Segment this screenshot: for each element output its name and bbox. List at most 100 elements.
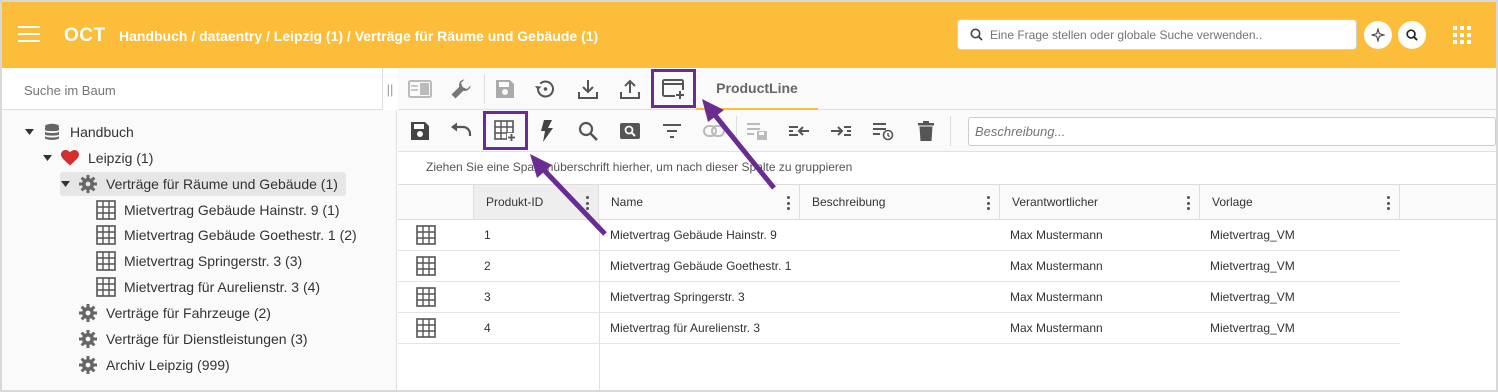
cell-vorlage[interactable]: Mietvertrag_VM [1210, 282, 1295, 312]
cell-verantwortlicher[interactable]: Max Mustermann [1010, 313, 1103, 343]
tab-productline[interactable]: ProductLine [696, 68, 818, 110]
description-input[interactable] [969, 118, 1495, 145]
cell-verantwortlicher[interactable]: Max Mustermann [1010, 220, 1103, 250]
caret-down-icon[interactable] [24, 127, 34, 137]
global-search-input[interactable] [990, 25, 1350, 45]
kebab-menu-icon[interactable] [586, 196, 590, 210]
cell-verantwortlicher[interactable]: Max Mustermann [1010, 282, 1103, 312]
delete-button[interactable] [910, 115, 942, 147]
history-button[interactable] [529, 73, 561, 105]
cell-name[interactable]: Mietvertrag für Aurelienstr. 3 [610, 313, 760, 343]
cell-name[interactable]: Mietvertrag Gebäude Hainstr. 9 [610, 220, 777, 250]
table-icon[interactable] [416, 318, 436, 338]
tree-node-springerstr[interactable]: Mietvertrag Springerstr. 3 (3) [96, 249, 302, 273]
cell-name[interactable]: Mietvertrag Springerstr. 3 [610, 282, 745, 312]
tree-node-dienstleistungen[interactable]: Verträge für Dienstleistungen (3) [78, 327, 308, 351]
cell-name[interactable]: Mietvertrag Gebäude Goethestr. 1 [610, 251, 791, 281]
undo-icon [451, 122, 472, 136]
apps-grid-icon[interactable] [1453, 26, 1471, 44]
table-icon[interactable] [416, 256, 436, 276]
download-icon [578, 80, 598, 99]
cell-vorlage[interactable]: Mietvertrag_VM [1210, 220, 1295, 250]
link-button[interactable] [698, 115, 730, 147]
kebab-menu-icon[interactable] [987, 196, 991, 210]
gear-icon [78, 355, 98, 375]
cell-produkt-id[interactable]: 3 [484, 282, 491, 312]
lightning-icon [541, 120, 553, 142]
toolbar-divider [736, 116, 737, 146]
column-header-vorlage[interactable]: Vorlage [1200, 184, 1400, 220]
upload-icon [620, 79, 640, 99]
top-header: OCT Handbuch / dataentry / Leipzig (1) /… [2, 2, 1496, 68]
cell-verantwortlicher[interactable]: Max Mustermann [1010, 251, 1103, 281]
table-icon [96, 200, 116, 220]
tree-node-handbuch[interactable]: Handbuch [24, 120, 134, 144]
save-button[interactable] [404, 115, 436, 147]
save-list-button[interactable] [741, 115, 773, 147]
column-header-produkt-id[interactable]: Produkt-ID [474, 184, 599, 220]
details-view-button[interactable] [404, 73, 436, 105]
cell-vorlage[interactable]: Mietvertrag_VM [1210, 313, 1295, 343]
list-history-button[interactable] [867, 115, 899, 147]
preview-search-button[interactable] [614, 115, 646, 147]
download-button[interactable] [572, 73, 604, 105]
search-icon [1406, 29, 1418, 41]
cell-produkt-id[interactable]: 1 [484, 220, 491, 250]
tree-node-fahrzeuge[interactable]: Verträge für Fahrzeuge (2) [78, 301, 271, 325]
tree-node-label: Verträge für Räume und Gebäude (1) [106, 176, 338, 192]
table-row[interactable]: 3 Mietvertrag Springerstr. 3 Max Musterm… [398, 282, 1400, 313]
menu-icon[interactable] [18, 26, 40, 44]
tree-node-hainstr[interactable]: Mietvertrag Gebäude Hainstr. 9 (1) [96, 198, 340, 222]
undo-button[interactable] [445, 115, 477, 147]
trash-icon [918, 121, 934, 141]
tree-node-vertraege-raeume[interactable]: Verträge für Räume und Gebäude (1) [60, 172, 346, 196]
ai-assistant-button[interactable] [1364, 21, 1392, 49]
table-icon [96, 225, 116, 245]
kebab-menu-icon[interactable] [1187, 196, 1191, 210]
table-row[interactable]: 1 Mietvertrag Gebäude Hainstr. 9 Max Mus… [398, 220, 1400, 251]
tree-node-archiv[interactable]: Archiv Leipzig (999) [78, 353, 230, 377]
breadcrumb: Handbuch / dataentry / Leipzig (1) / Ver… [119, 28, 599, 44]
caret-down-icon[interactable] [42, 153, 52, 163]
column-header-label: Produkt-ID [486, 195, 544, 209]
tree-search-input[interactable] [24, 80, 364, 100]
search-grid-button[interactable] [572, 115, 604, 147]
tree-node-aurelienstr[interactable]: Mietvertrag für Aurelienstr. 3 (4) [96, 275, 320, 299]
table-row[interactable]: 2 Mietvertrag Gebäude Goethestr. 1 Max M… [398, 251, 1400, 282]
column-header-name[interactable]: Name [599, 184, 800, 220]
arrow-right-bar-icon [831, 126, 851, 136]
upload-button[interactable] [614, 73, 646, 105]
table-icon[interactable] [416, 225, 436, 245]
expand-right-button[interactable] [825, 115, 857, 147]
save-icon [411, 122, 429, 140]
search-button[interactable] [1398, 21, 1426, 49]
tree-node-label: Mietvertrag Springerstr. 3 (3) [124, 253, 303, 269]
sparkle-icon [1371, 28, 1385, 42]
caret-down-icon[interactable] [60, 179, 70, 189]
collapse-left-button[interactable] [783, 115, 815, 147]
column-header-beschreibung[interactable]: Beschreibung [800, 184, 1000, 220]
search-icon [578, 121, 598, 141]
table-icon[interactable] [416, 287, 436, 307]
cell-produkt-id[interactable]: 4 [484, 313, 491, 343]
kebab-menu-icon[interactable] [787, 196, 791, 210]
filter-button[interactable] [656, 115, 688, 147]
quick-action-button[interactable] [531, 115, 563, 147]
tree-node-label: Mietvertrag Gebäude Goethestr. 1 (2) [124, 227, 357, 243]
tree-node-goethestr[interactable]: Mietvertrag Gebäude Goethestr. 1 (2) [96, 223, 357, 247]
global-search-box[interactable] [957, 19, 1357, 50]
cell-vorlage[interactable]: Mietvertrag_VM [1210, 251, 1295, 281]
table-row[interactable]: 4 Mietvertrag für Aurelienstr. 3 Max Mus… [398, 313, 1400, 344]
column-header-verantwortlicher[interactable]: Verantwortlicher [1000, 184, 1200, 220]
toolbar-grid [398, 110, 1496, 152]
save-disabled-button[interactable] [489, 73, 521, 105]
tree-node-leipzig[interactable]: Leipzig (1) [42, 146, 153, 170]
toolbar-divider [484, 74, 485, 104]
cell-produkt-id[interactable]: 2 [484, 251, 491, 281]
kebab-menu-icon[interactable] [1387, 196, 1391, 210]
description-field[interactable] [968, 117, 1496, 146]
tree-node-label: Archiv Leipzig (999) [106, 357, 230, 373]
panel-splitter-handle[interactable]: || [382, 68, 397, 110]
tools-button[interactable] [445, 73, 477, 105]
tree-search-box[interactable] [2, 68, 382, 110]
